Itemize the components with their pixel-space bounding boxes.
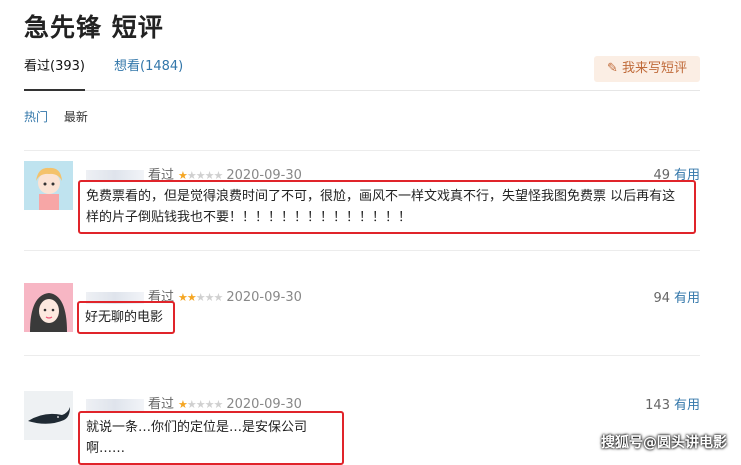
- tab-watched[interactable]: 看过(393): [24, 58, 85, 91]
- sort-latest[interactable]: 最新: [64, 110, 88, 124]
- rating-stars: ★★★★★: [178, 291, 223, 304]
- avatar[interactable]: [24, 161, 73, 210]
- page-title: 急先锋 短评: [24, 13, 164, 42]
- avatar[interactable]: [24, 391, 73, 440]
- watermark: 搜狐号@圆头讲电影: [601, 435, 727, 451]
- comment-item: 看过 ★★★★★ 2020-09-30 94 有用 好无聊的电影: [24, 250, 700, 356]
- pencil-icon: ✎: [607, 61, 618, 76]
- avatar[interactable]: [24, 283, 73, 332]
- comment-date: 2020-09-30: [226, 290, 302, 305]
- write-review-label: 我来写短评: [621, 61, 687, 76]
- rating-stars: ★★★★★: [178, 398, 223, 411]
- comment-text: 免费票看的，但是觉得浪费时间了不可，很尬，画风不一样文戏真不行，失望怪我图免费票…: [78, 180, 696, 234]
- username[interactable]: [86, 398, 144, 411]
- useful-button[interactable]: 有用: [674, 398, 700, 413]
- write-review-button[interactable]: ✎ 我来写短评: [594, 56, 700, 82]
- comment-item: 看过 ★★★★★ 2020-09-30 49 有用 免费票看的，但是觉得浪费时间了不可…: [24, 150, 700, 251]
- vote-count: 143 有用: [645, 394, 700, 413]
- comment-text: 好无聊的电影: [77, 301, 175, 334]
- comment-text: 就说一条…你们的定位是…是安保公司啊……: [78, 411, 344, 465]
- comment-date: 2020-09-30: [226, 397, 302, 412]
- sort-options: 热门 最新: [24, 108, 100, 125]
- comment-item: 看过 ★★★★★ 2020-09-30 143 有用 就说一条…你们的定位是…是安保公…: [24, 355, 700, 465]
- vote-count: 94 有用: [653, 287, 700, 306]
- sort-hot[interactable]: 热门: [24, 110, 48, 124]
- vote-number: 94: [653, 291, 670, 306]
- vote-number: 143: [645, 398, 670, 413]
- useful-button[interactable]: 有用: [674, 291, 700, 306]
- status-label: 看过: [148, 397, 175, 412]
- comment-meta: 看过 ★★★★★ 2020-09-30: [86, 393, 302, 412]
- tab-want-to-watch[interactable]: 想看(1484): [114, 58, 183, 89]
